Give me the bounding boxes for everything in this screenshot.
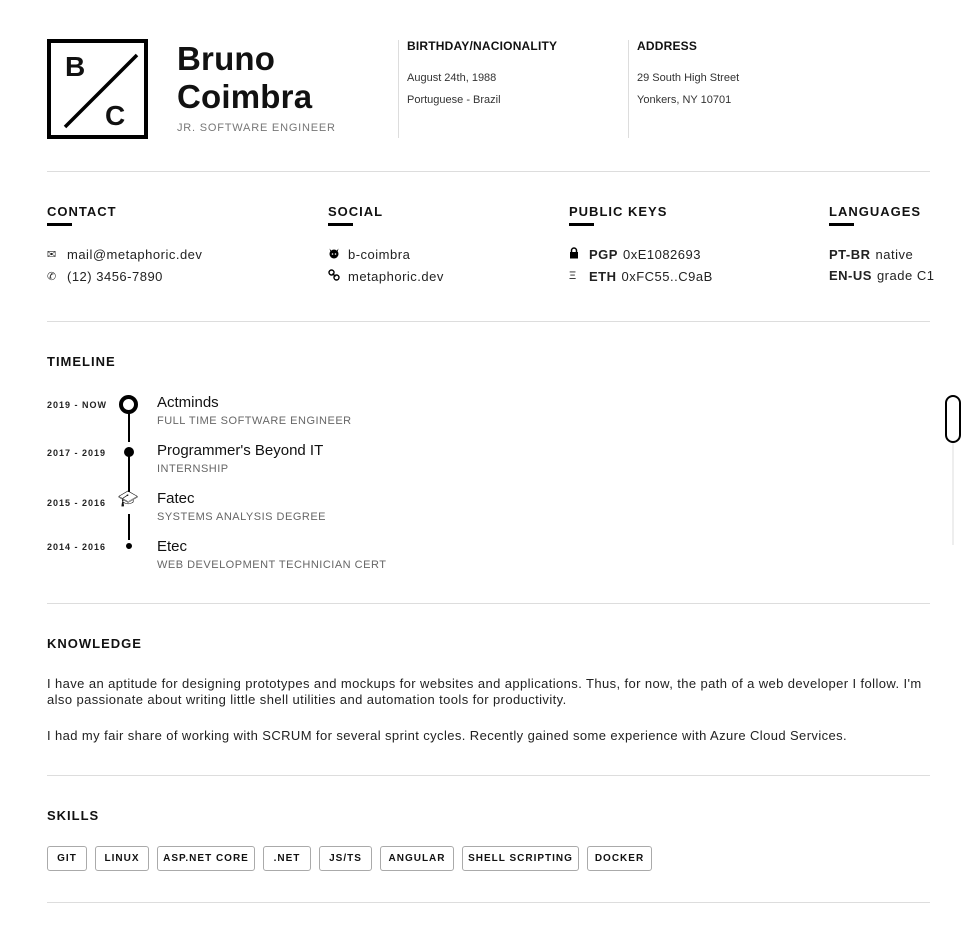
logo: B C <box>47 39 148 139</box>
heading-underline <box>328 223 353 226</box>
logo-letter-b: B <box>65 51 86 82</box>
contact-heading: CONTACT <box>47 204 117 219</box>
social-github[interactable]: b-coimbra <box>328 246 410 262</box>
timeline-subtitle: SYSTEMS ANALYSIS DEGREE <box>157 511 327 523</box>
timeline-subtitle: FULL TIME SOFTWARE ENGINEER <box>157 415 352 427</box>
section-divider <box>47 902 930 903</box>
language-code: EN-US <box>829 267 872 283</box>
envelope-icon: ✉ <box>47 248 57 261</box>
address-line1: 29 South High Street <box>637 72 740 84</box>
birthday-date: August 24th, 1988 <box>407 72 497 84</box>
language-level: native <box>875 246 914 262</box>
skill-tag: JS/TS <box>319 846 372 871</box>
timeline-marker <box>126 543 132 549</box>
skill-tag: ANGULAR <box>380 846 454 871</box>
timeline-title: Etec <box>157 538 188 555</box>
timeline-connector <box>128 410 130 442</box>
timeline-heading: TIMELINE <box>47 354 116 369</box>
timeline-title: Programmer's Beyond IT <box>157 442 324 459</box>
github-icon <box>328 247 348 262</box>
job-role: JR. SOFTWARE ENGINEER <box>177 122 336 134</box>
language-level: grade C1 <box>876 267 935 283</box>
email-value[interactable]: mail@metaphoric.dev <box>67 247 202 262</box>
public-keys-heading: PUBLIC KEYS <box>569 204 668 219</box>
nationality: Portuguese - Brazil <box>407 94 501 106</box>
eth-value[interactable]: 0xFC55..C9aB <box>622 269 713 284</box>
pgp-label: PGP <box>589 246 618 262</box>
language-item: EN-US grade C1 <box>829 267 934 283</box>
languages-heading: LANGUAGES <box>829 204 922 219</box>
knowledge-paragraph: I have an aptitude for designing prototy… <box>47 676 922 707</box>
address-heading: ADDRESS <box>637 39 698 53</box>
skill-tag: SHELL SCRIPTING <box>462 846 579 871</box>
contact-email[interactable]: ✉ mail@metaphoric.dev <box>47 246 202 262</box>
phone-icon: ✆ <box>47 270 57 283</box>
timeline-date: 2014 - 2016 <box>47 542 107 552</box>
skill-tag: GIT <box>47 846 87 871</box>
graduation-cap-icon: 🎓︎ <box>118 491 139 508</box>
timeline-title: Fatec <box>157 490 195 507</box>
section-divider <box>47 603 930 604</box>
logo-letter-c: C <box>105 100 126 131</box>
divider <box>398 40 399 138</box>
divider <box>628 40 629 138</box>
section-divider <box>47 775 930 776</box>
link-icon <box>328 268 348 284</box>
timeline-connector <box>128 456 130 492</box>
timeline-title: Actminds <box>157 394 219 411</box>
eth-key[interactable]: Ξ ETH 0xFC55..C9aB <box>569 268 713 284</box>
lock-icon <box>569 246 589 262</box>
birthday-info: August 24th, 1988 Portuguese - Brazil <box>407 67 501 111</box>
section-divider <box>47 321 930 322</box>
heading-underline <box>829 223 854 226</box>
phone-value[interactable]: (12) 3456-7890 <box>67 269 163 284</box>
skill-tag: DOCKER <box>587 846 652 871</box>
knowledge-heading: KNOWLEDGE <box>47 636 142 651</box>
timeline-date: 2019 - NOW <box>47 400 108 410</box>
full-name: Bruno Coimbra <box>177 40 312 116</box>
scrollbar-thumb[interactable] <box>945 395 961 443</box>
timeline-marker <box>124 447 134 457</box>
timeline-connector <box>128 514 130 540</box>
knowledge-paragraph: I had my fair share of working with SCRU… <box>47 728 848 743</box>
timeline-date: 2017 - 2019 <box>47 448 107 458</box>
skill-tag: ASP.NET CORE <box>157 846 255 871</box>
last-name: Coimbra <box>177 78 313 115</box>
timeline-date: 2015 - 2016 <box>47 498 107 508</box>
contact-phone[interactable]: ✆ (12) 3456-7890 <box>47 268 163 284</box>
eth-label: ETH <box>589 268 617 284</box>
ethereum-icon: Ξ <box>569 270 577 282</box>
skills-heading: SKILLS <box>47 808 100 823</box>
heading-underline <box>569 223 594 226</box>
first-name: Bruno <box>177 40 276 77</box>
language-item: PT-BR native <box>829 246 913 262</box>
address-line2: Yonkers, NY 10701 <box>637 94 732 106</box>
address-info: 29 South High Street Yonkers, NY 10701 <box>637 67 739 111</box>
section-divider <box>47 171 930 172</box>
skill-tag: .NET <box>263 846 311 871</box>
language-code: PT-BR <box>829 246 871 262</box>
pgp-key[interactable]: PGP 0xE1082693 <box>569 246 701 262</box>
timeline-marker-current <box>119 395 138 414</box>
heading-underline <box>47 223 72 226</box>
website-value[interactable]: metaphoric.dev <box>348 269 444 284</box>
birthday-heading: BIRTHDAY/NACIONALITY <box>407 39 558 53</box>
timeline-subtitle: INTERNSHIP <box>157 463 229 475</box>
skill-tag: LINUX <box>95 846 149 871</box>
timeline-subtitle: WEB DEVELOPMENT TECHNICIAN CERT <box>157 559 387 571</box>
pgp-value[interactable]: 0xE1082693 <box>623 247 701 262</box>
social-website[interactable]: metaphoric.dev <box>328 268 444 284</box>
github-value[interactable]: b-coimbra <box>348 247 410 262</box>
social-heading: SOCIAL <box>328 204 384 219</box>
